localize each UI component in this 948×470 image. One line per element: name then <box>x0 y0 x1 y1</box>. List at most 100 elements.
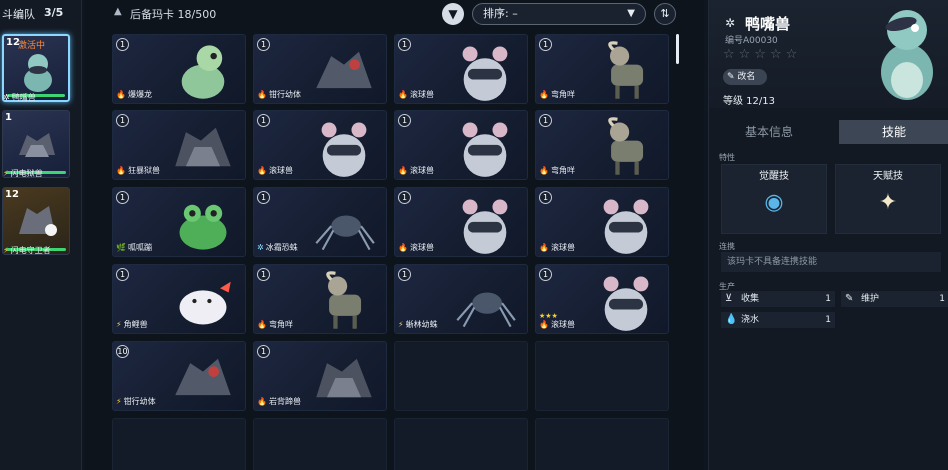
team-panel: 斗编队 3/5 12 激活中 ✲ 鸭嘴兽 1 ⚡ 闪电狱兽 12 ⚡ 闪电守卫者 <box>0 0 82 470</box>
pet-code: 编号A00030 <box>725 36 778 46</box>
fire-icon: 🔥 <box>398 243 408 252</box>
water-drop-icon: 💧 <box>725 314 738 325</box>
snowflake-icon: ✲ <box>3 93 10 102</box>
talent-skill-label: 天赋技 <box>873 171 903 182</box>
spider-portrait-icon <box>456 292 516 328</box>
goat-portrait-icon <box>326 271 362 329</box>
fire-icon: 🔥 <box>539 320 549 329</box>
tab-skills[interactable]: 技能 <box>839 120 948 144</box>
card-name: 🔥 滚球兽 <box>539 243 575 252</box>
card-level: 1 <box>257 114 270 127</box>
snowflake-icon: ✲ <box>725 16 736 30</box>
sort-order-button[interactable]: ⇅ <box>654 3 676 25</box>
pet-level: 等级 12/13 <box>723 96 775 107</box>
card-level: 1 <box>398 191 411 204</box>
goat-portrait-icon <box>608 117 644 175</box>
backup-icon: ▲ <box>114 6 122 17</box>
detail-tabs: 基本信息 技能 <box>709 120 948 144</box>
backup-count: 后备玛卡 18/500 <box>130 8 217 21</box>
pet-card[interactable]: 1 🔥 滚球兽 <box>394 187 528 257</box>
pet-card[interactable]: 1 ⚡ 角鲤兽 <box>112 264 246 334</box>
wrench-icon: ✎ <box>845 293 854 304</box>
card-name: 🌿 呱呱蹦 <box>116 243 152 252</box>
sort-dropdown[interactable]: 排序: – ▼ <box>472 3 646 25</box>
pet-card[interactable]: 1 🔥 爆爆龙 <box>112 34 246 104</box>
card-name: 🔥 弯角咩 <box>539 166 575 175</box>
pet-card[interactable]: 1 🔥 岩背蹄兽 <box>253 341 387 411</box>
scrollbar[interactable] <box>676 34 679 64</box>
pet-card[interactable]: 1 🔥 滚球兽 <box>253 110 387 180</box>
pet-stars: ☆☆☆☆☆ <box>723 47 802 62</box>
goat-portrait-icon <box>608 41 644 99</box>
card-level: 1 <box>257 191 270 204</box>
card-name: 🔥 爆爆龙 <box>116 90 152 99</box>
pet-card[interactable]: 1 🔥 钳行幼体 <box>253 34 387 104</box>
mouse-portrait-icon <box>321 122 367 177</box>
empty-card-slot <box>394 341 528 411</box>
chevron-down-icon: ▼ <box>627 8 635 19</box>
pet-card[interactable]: 1 🔥 狂暴狱兽 <box>112 110 246 180</box>
card-level: 1 <box>539 38 552 51</box>
card-level: 1 <box>398 114 411 127</box>
tab-basic-info[interactable]: 基本信息 <box>709 120 829 144</box>
production-maintain: ✎ 维护 1 <box>841 291 948 307</box>
lightning-icon: ⚡ <box>398 320 404 329</box>
team-member-name: ⚡ 闪电守卫者 <box>3 246 51 255</box>
rename-label: 改名 <box>737 72 756 82</box>
card-name: 🔥 滚球兽 <box>398 90 434 99</box>
dino-portrait-icon <box>181 45 225 99</box>
rename-button[interactable]: ✎ 改名 <box>723 69 767 85</box>
card-level: 10 <box>116 345 129 358</box>
empty-card-slot <box>535 418 669 470</box>
pet-card[interactable]: 1 🔥 滚球兽 <box>394 110 528 180</box>
awaken-skill-icon: ◉ <box>764 190 784 215</box>
fire-icon: 🔥 <box>116 166 126 175</box>
fire-icon: 🔥 <box>257 320 267 329</box>
guardian-portrait-icon <box>19 206 57 236</box>
card-level: 1 <box>116 268 129 281</box>
pet-card[interactable]: 10 ⚡ 钳行幼体 <box>112 341 246 411</box>
mouse-portrait-icon <box>603 276 649 331</box>
fire-icon: 🔥 <box>257 90 267 99</box>
frog-portrait-icon <box>179 204 227 250</box>
card-inventory: ▲ 后备玛卡 18/500 ▼ 排序: – ▼ ⇅ 1 🔥 爆爆龙 1 🔥 钳行幼体 1 🔥 滚… <box>84 0 704 470</box>
card-name: 🔥 滚球兽 <box>539 320 575 329</box>
pet-card[interactable]: 1 🌿 呱呱蹦 <box>112 187 246 257</box>
sort-label: 排序: – <box>483 7 518 20</box>
snowflake-icon: ✲ <box>257 243 264 252</box>
fire-icon: 🔥 <box>398 166 408 175</box>
card-name: 🔥 岩背蹄兽 <box>257 397 301 406</box>
pet-name: 鸭嘴兽 <box>745 15 791 33</box>
pet-card[interactable]: 1 🔥 弯角咩 <box>535 110 669 180</box>
pet-card[interactable]: 1 🔥 弯角咩 <box>253 264 387 334</box>
pet-card[interactable]: 1 🔥 滚球兽 <box>535 187 669 257</box>
lightning-icon: ⚡ <box>3 169 9 178</box>
empty-card-slot <box>253 418 387 470</box>
sort-order-icon: ⇅ <box>660 7 670 20</box>
pet-card[interactable]: 1 ⚡ 蜥林幼蛛 <box>394 264 528 334</box>
pet-card[interactable]: 1 🔥 弯角咩 <box>535 34 669 104</box>
fire-icon: 🔥 <box>539 166 549 175</box>
awaken-skill[interactable]: 觉醒技 ◉ <box>721 164 827 234</box>
mouse-portrait-icon <box>462 199 508 254</box>
filter-button[interactable]: ▼ <box>442 3 464 25</box>
card-name: 🔥 狂暴狱兽 <box>116 166 160 175</box>
platypus-portrait-icon <box>24 54 52 92</box>
card-level: 1 <box>257 268 270 281</box>
card-name: 🔥 钳行幼体 <box>257 90 301 99</box>
talent-skill[interactable]: 天赋技 ✦ <box>835 164 941 234</box>
mouse-portrait-icon <box>462 122 508 177</box>
card-level: 1 <box>398 38 411 51</box>
card-level: 1 <box>539 268 552 281</box>
pet-card[interactable]: 1 ★★★ 🔥 滚球兽 <box>535 264 669 334</box>
card-level: 1 <box>257 38 270 51</box>
team-label: 斗编队 <box>2 8 35 21</box>
grass-icon: 🌿 <box>116 243 126 252</box>
card-level: 1 <box>539 191 552 204</box>
lightning-icon: ⚡ <box>3 246 9 255</box>
mouse-portrait-icon <box>462 46 508 101</box>
team-member-name: ✲ 鸭嘴兽 <box>3 93 36 102</box>
pet-card[interactable]: 1 🔥 滚球兽 <box>394 34 528 104</box>
pet-card[interactable]: 1 ✲ 冰霜恐蛛 <box>253 187 387 257</box>
talent-skill-icon: ✦ <box>878 190 898 215</box>
